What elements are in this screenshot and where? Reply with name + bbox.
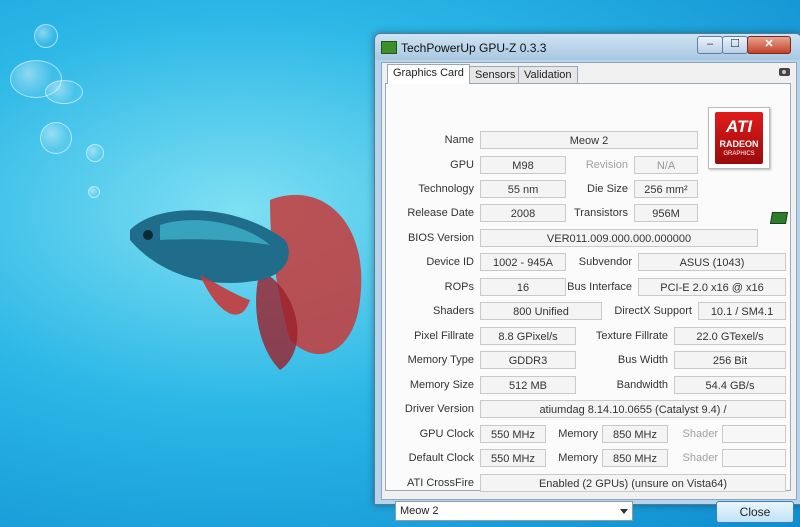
tab-validation[interactable]: Validation (518, 66, 578, 84)
device-id-label: Device ID (426, 256, 474, 268)
screenshot-camera-icon[interactable] (779, 68, 790, 76)
bubble-decoration (34, 24, 58, 48)
close-button[interactable]: Close (716, 501, 794, 523)
memory-type-value: GDDR3 (480, 351, 576, 369)
bus-width-label: Bus Width (617, 354, 668, 366)
window-client-area: Graphics Card Sensors Validation ATI RAD… (381, 62, 797, 523)
graphics-card-panel: ATI RADEON GRAPHICS Name Meow 2 GPU M98 … (385, 83, 791, 492)
gpu-memory-clock-value: 850 MHz (602, 425, 668, 443)
logo-line1: RADEON (719, 139, 759, 149)
ati-crossfire-label: ATI CrossFire (406, 477, 474, 489)
memory-type-label: Memory Type (407, 354, 474, 366)
default-memory-clock-value: 850 MHz (602, 449, 668, 467)
directx-support-value: 10.1 / SM4.1 (698, 302, 786, 320)
revision-label: Revision (585, 159, 628, 171)
bubble-decoration (45, 80, 83, 104)
tab-sensors[interactable]: Sensors (469, 66, 522, 84)
bios-save-icon[interactable] (769, 212, 789, 224)
ati-radeon-logo: ATI RADEON GRAPHICS (708, 107, 770, 169)
name-value: Meow 2 (480, 131, 698, 149)
close-window-button[interactable]: ✕ (747, 36, 791, 54)
gpu-memory-label: Memory (558, 428, 598, 440)
transistors-value: 956M (634, 204, 698, 222)
chevron-down-icon (620, 509, 628, 514)
bandwidth-label: Bandwidth (616, 379, 668, 391)
directx-support-label: DirectX Support (614, 305, 692, 317)
bus-interface-label: Bus Interface (567, 281, 632, 293)
bus-width-value: 256 Bit (674, 351, 786, 369)
bios-version-label: BIOS Version (407, 232, 474, 244)
memory-size-value: 512 MB (480, 376, 576, 394)
texture-fillrate-value: 22.0 GTexel/s (674, 327, 786, 345)
bus-interface-value: PCI-E 2.0 x16 @ x16 (638, 278, 786, 296)
rops-label: ROPs (444, 281, 474, 293)
gpuz-app-icon (381, 41, 397, 54)
maximize-button[interactable]: ☐ (722, 36, 748, 54)
shaders-label: Shaders (433, 305, 474, 317)
release-date-label: Release Date (407, 207, 474, 219)
pixel-fillrate-value: 8.8 GPixel/s (480, 327, 576, 345)
technology-label: Technology (418, 183, 474, 195)
gpu-shader-label: Shader (682, 428, 718, 440)
bubble-decoration (88, 186, 100, 198)
graphics-card-select[interactable]: Meow 2 (395, 501, 633, 521)
pixel-fillrate-label: Pixel Fillrate (414, 330, 474, 342)
die-size-value: 256 mm² (634, 180, 698, 198)
driver-version-value: atiumdag 8.14.10.0655 (Catalyst 9.4) / (480, 400, 786, 418)
selected-card-text: Meow 2 (400, 505, 439, 517)
memory-size-label: Memory Size (409, 379, 474, 391)
default-shader-clock-value (722, 449, 786, 467)
driver-version-label: Driver Version (404, 403, 474, 415)
technology-value: 55 nm (480, 180, 566, 198)
shaders-value: 800 Unified (480, 302, 602, 320)
gpu-label: GPU (450, 159, 474, 171)
gpu-clock-label: GPU Clock (419, 428, 474, 440)
logo-brand: ATI (725, 117, 753, 136)
ati-crossfire-value: Enabled (2 GPUs) (unsure on Vista64) (480, 474, 786, 492)
die-size-label: Die Size (587, 183, 628, 195)
gpu-value: M98 (480, 156, 566, 174)
subvendor-label: Subvendor (578, 256, 632, 268)
minimize-button[interactable]: ‒ (697, 36, 723, 54)
bubble-decoration (40, 122, 72, 154)
bandwidth-value: 54.4 GB/s (674, 376, 786, 394)
name-label: Name (444, 134, 474, 146)
rops-value: 16 (480, 278, 566, 296)
gpuz-window: TechPowerUp GPU-Z 0.3.3 ‒ ☐ ✕ Graphics C… (374, 33, 800, 523)
bubble-decoration (86, 144, 104, 162)
subvendor-value: ASUS (1043) (638, 253, 786, 271)
window-title: TechPowerUp GPU-Z 0.3.3 (401, 41, 547, 55)
logo-line2: GRAPHICS (723, 151, 755, 157)
betta-fish-image (130, 194, 362, 370)
release-date-value: 2008 (480, 204, 566, 222)
device-id-value: 1002 - 945A (480, 253, 566, 271)
gpu-shader-clock-value (722, 425, 786, 443)
default-clock-value: 550 MHz (480, 449, 546, 467)
gpu-clock-value: 550 MHz (480, 425, 546, 443)
texture-fillrate-label: Texture Fillrate (595, 330, 668, 342)
default-shader-label: Shader (682, 452, 718, 464)
title-bar[interactable]: TechPowerUp GPU-Z 0.3.3 ‒ ☐ ✕ (375, 34, 800, 60)
default-clock-label: Default Clock (408, 452, 474, 464)
default-memory-label: Memory (558, 452, 598, 464)
transistors-label: Transistors (574, 207, 628, 219)
tab-graphics-card[interactable]: Graphics Card (387, 64, 470, 84)
bios-version-value: VER011.009.000.000.000000 (480, 229, 758, 247)
revision-value: N/A (634, 156, 698, 174)
